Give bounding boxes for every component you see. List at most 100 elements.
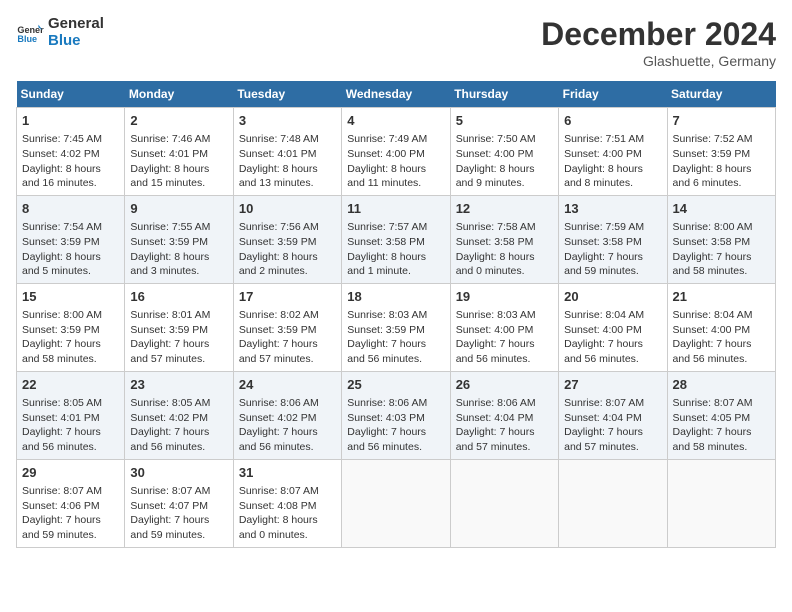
day-info: Sunrise: 7:49 AM [347,132,444,147]
day-info: Daylight: 7 hours [347,337,444,352]
location-subtitle: Glashuette, Germany [541,53,776,69]
day-number: 28 [673,376,770,394]
day-info: and 56 minutes. [347,352,444,367]
calendar-cell: 31Sunrise: 8:07 AMSunset: 4:08 PMDayligh… [233,459,341,547]
day-info: and 58 minutes. [673,440,770,455]
calendar-week-1: 1Sunrise: 7:45 AMSunset: 4:02 PMDaylight… [17,108,776,196]
day-info: and 3 minutes. [130,264,227,279]
weekday-header-saturday: Saturday [667,81,775,108]
day-info: Sunset: 3:59 PM [239,323,336,338]
day-info: Daylight: 7 hours [239,337,336,352]
day-number: 5 [456,112,553,130]
weekday-header-thursday: Thursday [450,81,558,108]
day-info: and 56 minutes. [130,440,227,455]
day-info: Sunset: 4:00 PM [347,147,444,162]
day-info: and 57 minutes. [456,440,553,455]
day-info: and 2 minutes. [239,264,336,279]
day-info: Sunset: 3:59 PM [130,235,227,250]
day-number: 11 [347,200,444,218]
day-info: and 1 minute. [347,264,444,279]
day-info: Daylight: 8 hours [22,162,119,177]
day-info: Sunrise: 7:48 AM [239,132,336,147]
calendar-week-2: 8Sunrise: 7:54 AMSunset: 3:59 PMDaylight… [17,195,776,283]
day-info: Daylight: 8 hours [673,162,770,177]
calendar-cell: 25Sunrise: 8:06 AMSunset: 4:03 PMDayligh… [342,371,450,459]
day-info: Daylight: 8 hours [130,250,227,265]
day-info: and 57 minutes. [239,352,336,367]
day-number: 2 [130,112,227,130]
logo-general: General [48,16,104,33]
calendar-cell: 14Sunrise: 8:00 AMSunset: 3:58 PMDayligh… [667,195,775,283]
calendar-cell: 30Sunrise: 8:07 AMSunset: 4:07 PMDayligh… [125,459,233,547]
day-info: and 56 minutes. [564,352,661,367]
day-number: 3 [239,112,336,130]
day-info: Daylight: 7 hours [673,250,770,265]
day-info: Daylight: 7 hours [22,425,119,440]
day-info: and 8 minutes. [564,176,661,191]
day-number: 17 [239,288,336,306]
day-info: and 5 minutes. [22,264,119,279]
day-info: Sunset: 4:07 PM [130,499,227,514]
calendar-cell: 6Sunrise: 7:51 AMSunset: 4:00 PMDaylight… [559,108,667,196]
day-info: Sunrise: 7:55 AM [130,220,227,235]
day-info: Sunset: 4:00 PM [456,323,553,338]
day-info: Daylight: 8 hours [239,513,336,528]
weekday-header-wednesday: Wednesday [342,81,450,108]
day-info: and 58 minutes. [673,264,770,279]
day-info: Sunrise: 7:51 AM [564,132,661,147]
day-info: Daylight: 8 hours [22,250,119,265]
day-info: Sunrise: 7:56 AM [239,220,336,235]
calendar-cell: 20Sunrise: 8:04 AMSunset: 4:00 PMDayligh… [559,283,667,371]
day-number: 31 [239,464,336,482]
calendar-cell: 1Sunrise: 7:45 AMSunset: 4:02 PMDaylight… [17,108,125,196]
day-info: Sunset: 3:58 PM [564,235,661,250]
day-number: 29 [22,464,119,482]
calendar-cell: 12Sunrise: 7:58 AMSunset: 3:58 PMDayligh… [450,195,558,283]
day-number: 15 [22,288,119,306]
day-info: Sunrise: 8:07 AM [673,396,770,411]
calendar-cell [559,459,667,547]
calendar-week-3: 15Sunrise: 8:00 AMSunset: 3:59 PMDayligh… [17,283,776,371]
day-info: Sunrise: 7:58 AM [456,220,553,235]
calendar-cell: 7Sunrise: 7:52 AMSunset: 3:59 PMDaylight… [667,108,775,196]
calendar-cell [342,459,450,547]
day-info: Sunrise: 8:01 AM [130,308,227,323]
day-info: and 13 minutes. [239,176,336,191]
calendar-cell: 16Sunrise: 8:01 AMSunset: 3:59 PMDayligh… [125,283,233,371]
day-info: Sunrise: 7:57 AM [347,220,444,235]
day-info: Sunrise: 8:07 AM [239,484,336,499]
day-info: Daylight: 7 hours [22,513,119,528]
day-info: Sunset: 3:59 PM [22,235,119,250]
weekday-header-sunday: Sunday [17,81,125,108]
day-number: 22 [22,376,119,394]
day-info: Sunset: 3:59 PM [22,323,119,338]
calendar-cell [450,459,558,547]
day-info: Sunrise: 8:04 AM [673,308,770,323]
page-header: General Blue General Blue December 2024 … [16,16,776,69]
calendar-cell: 8Sunrise: 7:54 AMSunset: 3:59 PMDaylight… [17,195,125,283]
logo: General Blue General Blue [16,16,104,49]
calendar-cell: 17Sunrise: 8:02 AMSunset: 3:59 PMDayligh… [233,283,341,371]
day-info: Sunset: 4:01 PM [22,411,119,426]
day-number: 21 [673,288,770,306]
day-info: Sunset: 4:02 PM [239,411,336,426]
logo-icon: General Blue [16,19,44,47]
weekday-header-friday: Friday [559,81,667,108]
day-info: and 59 minutes. [564,264,661,279]
day-info: Sunrise: 8:06 AM [239,396,336,411]
day-info: Sunset: 3:59 PM [130,323,227,338]
day-info: and 59 minutes. [22,528,119,543]
day-number: 7 [673,112,770,130]
day-info: and 56 minutes. [673,352,770,367]
weekday-header-row: SundayMondayTuesdayWednesdayThursdayFrid… [17,81,776,108]
day-info: Sunrise: 8:06 AM [347,396,444,411]
calendar-cell: 11Sunrise: 7:57 AMSunset: 3:58 PMDayligh… [342,195,450,283]
day-number: 18 [347,288,444,306]
day-info: Sunset: 4:05 PM [673,411,770,426]
svg-text:Blue: Blue [17,34,37,44]
day-info: Daylight: 7 hours [456,425,553,440]
calendar-cell: 18Sunrise: 8:03 AMSunset: 3:59 PMDayligh… [342,283,450,371]
day-info: Daylight: 7 hours [130,513,227,528]
day-info: Daylight: 7 hours [130,337,227,352]
calendar-cell: 19Sunrise: 8:03 AMSunset: 4:00 PMDayligh… [450,283,558,371]
